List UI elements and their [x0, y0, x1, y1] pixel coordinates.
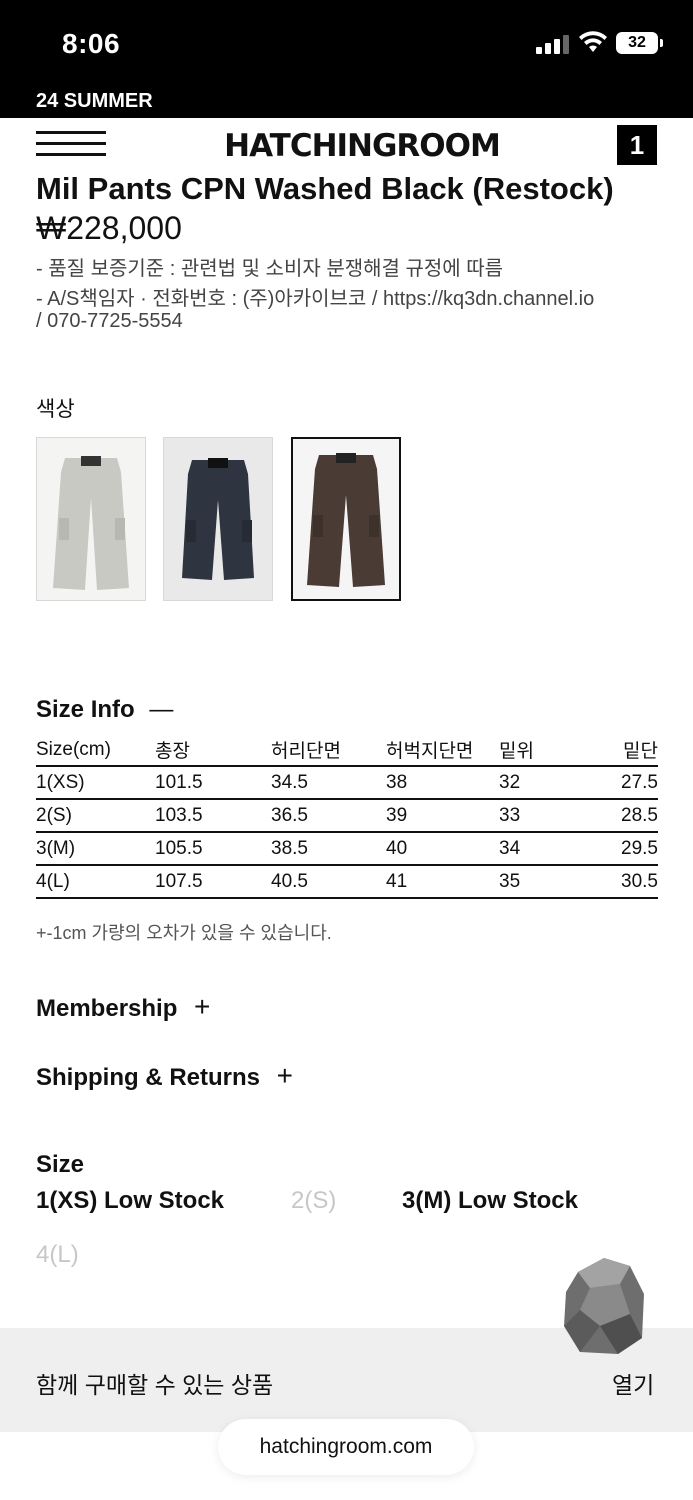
- table-cell: 38.5: [271, 832, 386, 866]
- open-button[interactable]: 열기: [612, 1366, 654, 1400]
- quality-info: - 품질 보증기준 : 관련법 및 소비자 분쟁해결 규정에 따름: [36, 258, 504, 280]
- table-cell: 29.5: [579, 832, 658, 866]
- table-header: 총장: [155, 734, 271, 767]
- product-title: Mil Pants CPN Washed Black (Restock): [36, 171, 614, 206]
- table-header: 허리단면: [271, 734, 386, 767]
- size-option-xs[interactable]: 1(XS) Low Stock: [36, 1187, 224, 1215]
- phone-info: / 070-7725-5554: [36, 310, 183, 332]
- size-option-s: 2(S): [291, 1187, 337, 1214]
- table-cell: 38: [386, 766, 499, 800]
- table-cell: 33: [499, 799, 579, 833]
- as-info: - A/S책임자 · 전화번호 : (주)아카이브코 / https://kq3…: [36, 288, 595, 310]
- table-cell: 28.5: [579, 799, 658, 833]
- size-option-l: 4(L): [36, 1241, 79, 1268]
- membership-title: Membership: [36, 995, 178, 1022]
- browser-url-bar[interactable]: hatchingroom.com: [218, 1419, 474, 1475]
- brand-logo[interactable]: HATCHINGROOM: [200, 128, 524, 164]
- table-cell: 1(XS): [36, 766, 155, 800]
- battery-tip: [660, 39, 663, 47]
- table-cell: 40: [386, 832, 499, 866]
- table-row: 3(M) 105.5 38.5 40 34 29.5: [36, 832, 658, 866]
- color-swatch-navy[interactable]: [163, 437, 273, 601]
- size-info-title: Size Info: [36, 696, 135, 723]
- table-cell: 27.5: [579, 766, 658, 800]
- collapse-icon: —: [149, 696, 174, 723]
- status-time: 8:06: [62, 28, 121, 59]
- status-bar: 8:06 32: [0, 0, 693, 84]
- promo-banner[interactable]: 24 SUMMER: [0, 84, 693, 118]
- membership-toggle[interactable]: Membership +: [36, 991, 210, 1023]
- table-cell: 32: [499, 766, 579, 800]
- table-header: 밑위: [499, 734, 579, 767]
- size-select-label: Size: [36, 1151, 85, 1178]
- cart-button[interactable]: 1: [617, 125, 657, 165]
- table-cell: 30.5: [579, 865, 658, 899]
- table-header: 밑단: [579, 734, 658, 767]
- table-cell: 107.5: [155, 865, 271, 899]
- table-cell: 34: [499, 832, 579, 866]
- pants-image: [182, 458, 254, 580]
- color-swatch-brown[interactable]: [291, 437, 401, 601]
- table-cell: 4(L): [36, 865, 155, 899]
- size-note: +-1cm 가량의 오차가 있을 수 있습니다.: [36, 923, 332, 943]
- table-cell: 3(M): [36, 832, 155, 866]
- table-cell: 101.5: [155, 766, 271, 800]
- table-header-row: Size(cm) 총장 허리단면 허벅지단면 밑위 밑단: [36, 734, 658, 767]
- color-label: 색상: [36, 398, 75, 421]
- related-products-label: 함께 구매할 수 있는 상품: [36, 1372, 274, 1398]
- shipping-title: Shipping & Returns: [36, 1064, 260, 1091]
- signal-icon: [536, 34, 570, 54]
- table-cell: 103.5: [155, 799, 271, 833]
- table-header: 허벅지단면: [386, 734, 499, 767]
- product-price: ₩228,000: [36, 210, 182, 246]
- table-cell: 39: [386, 799, 499, 833]
- expand-icon: +: [194, 991, 211, 1022]
- shipping-toggle[interactable]: Shipping & Returns +: [36, 1060, 293, 1092]
- table-cell: 36.5: [271, 799, 386, 833]
- rock-image[interactable]: [560, 1254, 648, 1358]
- table-header: Size(cm): [36, 734, 155, 767]
- menu-icon[interactable]: [36, 131, 106, 157]
- table-row: 1(XS) 101.5 34.5 38 32 27.5: [36, 766, 658, 800]
- size-table: Size(cm) 총장 허리단면 허벅지단면 밑위 밑단 1(XS) 101.5…: [36, 734, 658, 899]
- pants-image: [53, 456, 129, 590]
- color-swatch-light-grey[interactable]: [36, 437, 146, 601]
- expand-icon: +: [276, 1060, 294, 1091]
- table-cell: 2(S): [36, 799, 155, 833]
- size-option-m[interactable]: 3(M) Low Stock: [402, 1187, 578, 1215]
- table-cell: 34.5: [271, 766, 386, 800]
- size-info-toggle[interactable]: Size Info —: [36, 696, 173, 724]
- banner-text: 24 SUMMER: [36, 90, 153, 112]
- table-cell: 40.5: [271, 865, 386, 899]
- table-cell: 41: [386, 865, 499, 899]
- battery-icon: 32: [616, 32, 658, 54]
- table-row: 2(S) 103.5 36.5 39 33 28.5: [36, 799, 658, 833]
- table-cell: 105.5: [155, 832, 271, 866]
- wifi-icon: [579, 31, 607, 52]
- table-cell: 35: [499, 865, 579, 899]
- pants-image: [307, 453, 385, 587]
- table-row: 4(L) 107.5 40.5 41 35 30.5: [36, 865, 658, 899]
